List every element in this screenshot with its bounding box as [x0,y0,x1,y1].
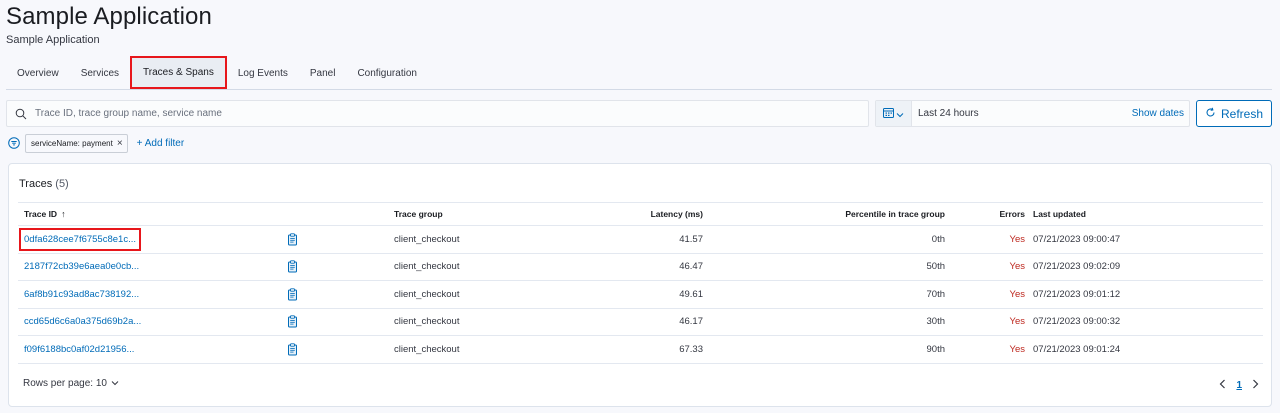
tab-panel[interactable]: Panel [299,58,347,89]
last-updated-cell: 07/21/2023 09:00:32 [1033,316,1121,328]
pagination: 1 [1219,378,1259,392]
search-icon [7,108,35,120]
filter-bar: serviceName: payment × + Add filter [8,133,184,153]
copy-clipboard-icon[interactable] [286,233,298,246]
percentile-cell: 70th [926,288,946,300]
tab-traces-spans[interactable]: Traces & Spans [130,56,227,89]
last-updated-cell: 07/21/2023 09:00:47 [1033,233,1121,245]
filter-pill[interactable]: serviceName: payment × [25,133,128,153]
tab-log-events[interactable]: Log Events [227,58,299,89]
date-picker: Last 24 hours Show dates [875,100,1190,127]
latency-cell: 49.61 [679,288,703,300]
table-row: 2187f72cb39e6aea0e0cb... client_checkout… [18,254,1263,281]
traces-panel: Traces (5) Trace ID ↑ Trace group Latenc… [8,163,1272,407]
copy-clipboard-icon[interactable] [286,288,298,301]
errors-cell: Yes [1009,343,1026,355]
column-header-trace-id[interactable]: Trace ID ↑ [24,203,66,225]
column-label: Trace ID [24,209,58,219]
date-range-text[interactable]: Last 24 hours [912,108,1132,119]
errors-cell: Yes [1009,288,1026,300]
table-footer: Rows per page: 10 1 [23,378,1259,394]
trace-group-cell: client_checkout [394,316,460,328]
page-number-button[interactable]: 1 [1236,380,1242,391]
traces-title: Traces (5) [19,178,69,190]
calendar-icon [883,105,894,123]
chevron-right-icon[interactable] [1252,378,1259,392]
column-header-latency[interactable]: Latency (ms) [651,203,703,225]
column-header-last-updated[interactable]: Last updated [1033,203,1086,225]
trace-group-cell: client_checkout [394,261,460,273]
latency-cell: 41.57 [679,233,703,245]
trace-group-cell: client_checkout [394,343,460,355]
tab-overview[interactable]: Overview [6,58,70,89]
refresh-label: Refresh [1220,106,1264,121]
trace-id-link[interactable]: 0dfa628cee7f6755c8e1c... [19,227,141,251]
tab-bar: Overview Services Traces & Spans Log Eve… [6,56,1272,90]
copy-clipboard-icon[interactable] [286,315,298,328]
table-row: f09f6188bc0af02d21956... client_checkout… [18,336,1263,364]
rows-per-page-select[interactable]: Rows per page: 10 [23,378,119,389]
errors-cell: Yes [1009,233,1026,245]
add-filter-button[interactable]: + Add filter [137,138,185,149]
filter-menu-icon[interactable] [8,137,20,149]
traces-table: Trace ID ↑ Trace group Latency (ms) Perc… [18,202,1263,364]
trace-id-link[interactable]: 2187f72cb39e6aea0e0cb... [24,261,139,272]
filter-pill-label: serviceName: payment [31,138,113,148]
last-updated-cell: 07/21/2023 09:01:24 [1033,343,1121,355]
table-header: Trace ID ↑ Trace group Latency (ms) Perc… [18,202,1263,226]
percentile-cell: 50th [926,261,946,273]
traces-title-text: Traces [19,178,53,190]
trace-id-link[interactable]: 6af8b91c93ad8ac738192... [24,289,139,300]
column-header-errors[interactable]: Errors [999,203,1025,225]
percentile-cell: 0th [931,233,945,245]
trace-id-link[interactable]: ccd65d6c6a0a375d69b2a... [24,316,141,327]
refresh-button[interactable]: Refresh [1196,100,1272,127]
chevron-down-icon [111,378,119,389]
quick-select-button[interactable] [876,101,912,126]
last-updated-cell: 07/21/2023 09:02:09 [1033,261,1121,273]
copy-clipboard-icon[interactable] [286,260,298,273]
show-dates-link[interactable]: Show dates [1132,108,1189,119]
chevron-down-icon [896,105,904,123]
errors-cell: Yes [1009,261,1026,273]
column-header-percentile[interactable]: Percentile in trace group [845,203,945,225]
tab-services[interactable]: Services [70,58,130,89]
app-title: Sample Application [6,3,212,30]
rows-per-page-label: Rows per page: 10 [23,378,107,389]
errors-cell: Yes [1009,316,1026,328]
table-row: ccd65d6c6a0a375d69b2a... client_checkout… [18,309,1263,336]
percentile-cell: 90th [926,343,946,355]
last-updated-cell: 07/21/2023 09:01:12 [1033,288,1121,300]
tab-configuration[interactable]: Configuration [346,58,427,89]
search-box [6,100,869,127]
refresh-icon [1205,107,1216,121]
search-input[interactable] [35,108,855,119]
table-row: 6af8b91c93ad8ac738192... client_checkout… [18,281,1263,309]
trace-id-link[interactable]: f09f6188bc0af02d21956... [24,344,134,355]
traces-count: (5) [55,178,69,190]
chevron-left-icon[interactable] [1219,378,1226,392]
sort-ascending-icon: ↑ [61,209,66,219]
latency-cell: 46.47 [679,261,703,273]
app-subtitle: Sample Application [6,34,100,46]
column-header-trace-group[interactable]: Trace group [394,203,443,225]
trace-group-cell: client_checkout [394,288,460,300]
close-icon[interactable]: × [117,138,123,149]
latency-cell: 67.33 [679,343,703,355]
percentile-cell: 30th [926,316,946,328]
table-row: 0dfa628cee7f6755c8e1c... client_checkout… [18,226,1263,254]
latency-cell: 46.17 [679,316,703,328]
copy-clipboard-icon[interactable] [286,343,298,356]
trace-group-cell: client_checkout [394,233,460,245]
